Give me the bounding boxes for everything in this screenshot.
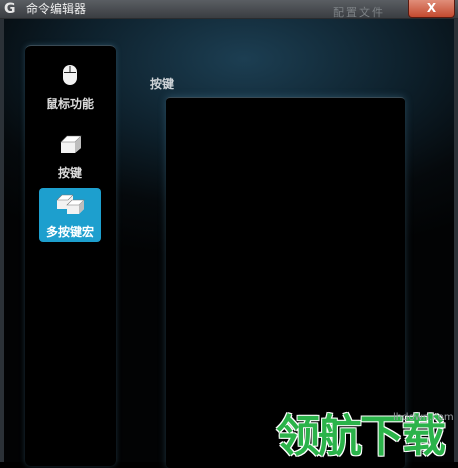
watermark-url: lhdown.com	[393, 412, 454, 423]
command-type-nav: 鼠标功能 按键 多按键宏	[25, 45, 116, 466]
nav-item-label: 多按键宏	[45, 225, 94, 239]
key-icon	[60, 135, 82, 153]
nav-item-label: 鼠标功能	[45, 97, 94, 111]
multi-key-icon	[56, 194, 85, 214]
mouse-icon	[63, 65, 77, 85]
watermark-logo: 领航下载	[276, 411, 446, 462]
logitech-logo-icon: G	[4, 1, 16, 17]
section-label-keystrokes: 按键	[150, 77, 175, 91]
window-title: 命令编辑器	[26, 2, 87, 16]
background-window-title: 配置文件	[333, 6, 385, 19]
nav-item-label: 按键	[57, 166, 82, 180]
close-button[interactable]: X	[408, 0, 455, 18]
nav-item-keystroke[interactable]: 按键	[39, 128, 101, 182]
nav-item-multi-key-macro[interactable]: 多按键宏	[39, 188, 101, 242]
title-bar: G 命令编辑器 配置文件 X	[0, 0, 458, 19]
nav-item-mouse-function[interactable]: 鼠标功能	[39, 60, 101, 114]
